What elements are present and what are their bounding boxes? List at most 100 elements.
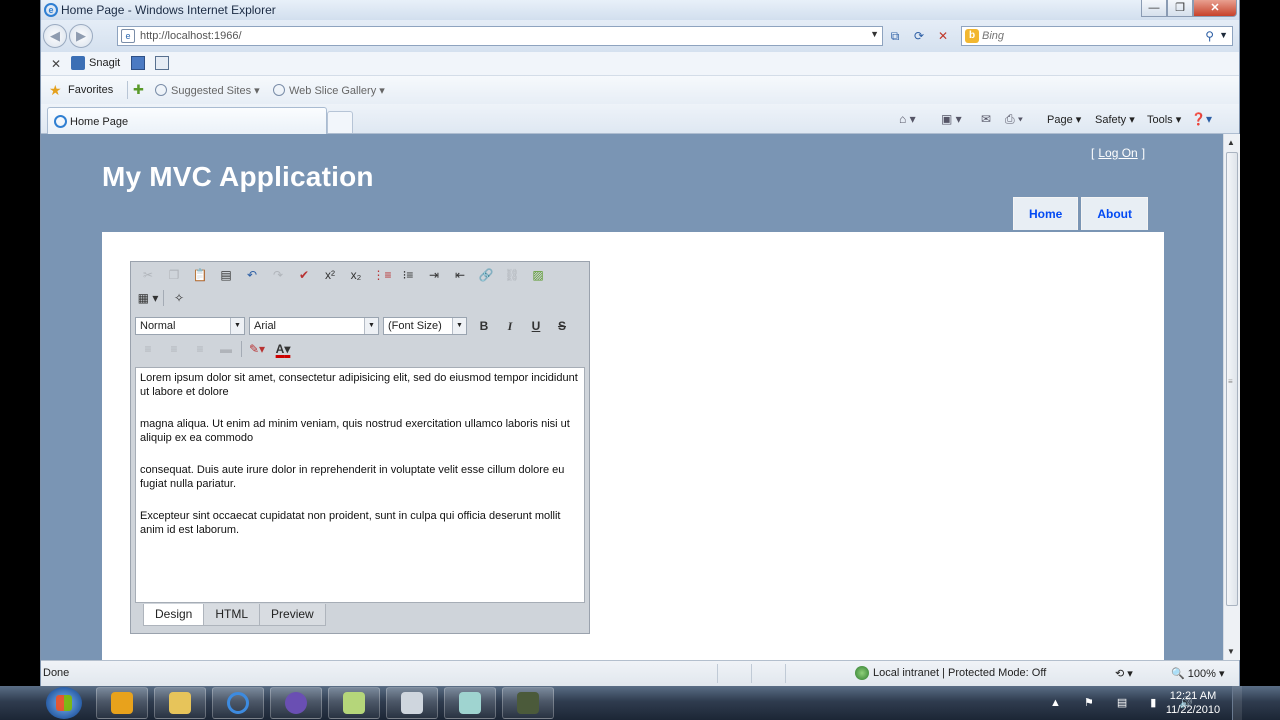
html-editor: ✂ ❐ 📋 ▤ ↶ ↷ ✔ x² x₂ ⋮≡ ⁝≡ ⇥ ⇤ 🔗 ⛓ ▨ ▦ ▾ … bbox=[130, 261, 590, 634]
capture-window-icon[interactable] bbox=[155, 56, 169, 70]
outdent-icon[interactable]: ⇤ bbox=[447, 265, 473, 285]
maximize-button[interactable]: ❐ bbox=[1167, 0, 1193, 17]
highlight-color-icon[interactable]: ✎▾ bbox=[244, 339, 270, 359]
redo-icon[interactable]: ↷ bbox=[265, 265, 291, 285]
home-icon[interactable]: ⌂ ▾ bbox=[899, 112, 916, 126]
address-url[interactable]: http://localhost:1966/ bbox=[140, 30, 242, 42]
favorites-button[interactable]: Favorites bbox=[68, 84, 113, 96]
unlink-icon[interactable]: ⛓ bbox=[499, 265, 525, 285]
logon-link[interactable]: Log On bbox=[1094, 146, 1141, 160]
taskbar-explorer[interactable] bbox=[154, 687, 206, 719]
back-button[interactable]: ◀ bbox=[43, 24, 67, 48]
format-dropdown-icon[interactable]: ▼ bbox=[230, 318, 244, 334]
menu-item-about[interactable]: About bbox=[1081, 197, 1148, 230]
subscript-icon[interactable]: x₂ bbox=[343, 265, 369, 285]
bulleted-list-icon[interactable]: ⁝≡ bbox=[395, 265, 421, 285]
paste-icon[interactable]: 📋 bbox=[187, 265, 213, 285]
compatibility-view-icon[interactable]: ⧉ bbox=[887, 28, 903, 44]
taskbar-app[interactable] bbox=[444, 687, 496, 719]
font-color-icon[interactable]: A ▾ bbox=[270, 339, 296, 359]
font-size-select[interactable]: (Font Size) ▼ bbox=[383, 317, 467, 335]
font-dropdown-icon[interactable]: ▼ bbox=[364, 318, 378, 334]
toolbar-separator bbox=[241, 341, 242, 357]
search-box[interactable]: b ⚲ ▼ bbox=[961, 26, 1233, 46]
favorites-item-suggested-sites[interactable]: Suggested Sites ▾ bbox=[155, 84, 260, 97]
security-zone[interactable]: Local intranet | Protected Mode: Off bbox=[873, 667, 1046, 679]
strikethrough-button[interactable]: S bbox=[549, 316, 575, 336]
spellcheck-icon[interactable]: ✔ bbox=[291, 265, 317, 285]
page-menu[interactable]: Page ▾ bbox=[1047, 113, 1081, 126]
special-characters-icon[interactable]: ✧ bbox=[166, 288, 192, 308]
vertical-scrollbar[interactable]: ▲ ≡ ▼ bbox=[1223, 134, 1240, 660]
ie-logo-icon: e bbox=[44, 3, 58, 17]
tab-design[interactable]: Design bbox=[143, 604, 205, 626]
capture-icon[interactable] bbox=[131, 56, 145, 70]
editor-content-area[interactable]: Lorem ipsum dolor sit amet, consectetur … bbox=[135, 367, 585, 603]
new-tab-button[interactable] bbox=[327, 111, 353, 133]
indent-icon[interactable]: ⇥ bbox=[421, 265, 447, 285]
forward-button[interactable]: ▶ bbox=[69, 24, 93, 48]
zoom-level[interactable]: 🔍 100% ▾ bbox=[1171, 667, 1224, 680]
superscript-icon[interactable]: x² bbox=[317, 265, 343, 285]
insert-table-icon[interactable]: ▦ ▾ bbox=[135, 288, 161, 308]
toolbar-close-icon[interactable]: ✕ bbox=[51, 57, 61, 71]
font-select[interactable]: Arial ▼ bbox=[249, 317, 379, 335]
refresh-icon[interactable]: ⟳ bbox=[911, 28, 927, 44]
clock-date: 11/22/2010 bbox=[1165, 704, 1221, 716]
editor-toolbar-row-4: ≡ ≡ ≡ ▬ ✎▾ A ▾ bbox=[135, 338, 296, 360]
underline-button[interactable]: U bbox=[523, 316, 549, 336]
protected-mode-icon[interactable]: ⟲ ▾ bbox=[1115, 667, 1133, 680]
add-favorite-icon[interactable]: ✚ bbox=[133, 82, 144, 98]
cut-icon[interactable]: ✂ bbox=[135, 265, 161, 285]
scroll-up-icon[interactable]: ▲ bbox=[1227, 138, 1235, 147]
tab-home-page[interactable]: Home Page bbox=[47, 107, 327, 134]
favorites-item-web-slice-gallery[interactable]: Web Slice Gallery ▾ bbox=[273, 84, 385, 97]
start-button[interactable] bbox=[46, 687, 82, 719]
italic-button[interactable]: I bbox=[497, 316, 523, 336]
clock[interactable]: 12:21 AM 11/22/2010 bbox=[1160, 689, 1226, 717]
mail-icon[interactable]: ✉ bbox=[981, 112, 991, 126]
taskbar-internet-explorer[interactable] bbox=[212, 687, 264, 719]
snagit-icon[interactable] bbox=[71, 56, 85, 70]
search-icon[interactable]: ⚲ bbox=[1205, 29, 1214, 43]
copy-icon[interactable]: ❐ bbox=[161, 265, 187, 285]
minimize-button[interactable]: — bbox=[1141, 0, 1167, 17]
search-dropdown-icon[interactable]: ▼ bbox=[1219, 30, 1228, 40]
tab-html[interactable]: HTML bbox=[203, 604, 261, 626]
taskbar-camtasia[interactable] bbox=[502, 687, 554, 719]
tools-menu[interactable]: Tools ▾ bbox=[1147, 113, 1181, 126]
justify-icon[interactable]: ▬ bbox=[213, 339, 239, 359]
align-center-icon[interactable]: ≡ bbox=[161, 339, 187, 359]
close-button[interactable]: ✕ bbox=[1193, 0, 1237, 17]
insert-image-icon[interactable]: ▨ bbox=[525, 265, 551, 285]
help-icon[interactable]: ❓▾ bbox=[1191, 112, 1212, 126]
stop-icon[interactable]: ✕ bbox=[935, 28, 951, 44]
taskbar-notes[interactable] bbox=[328, 687, 380, 719]
taskbar-outlook[interactable] bbox=[96, 687, 148, 719]
scroll-down-icon[interactable]: ▼ bbox=[1227, 647, 1235, 656]
address-dropdown-icon[interactable]: ▼ bbox=[870, 29, 879, 39]
address-bar[interactable]: e http://localhost:1966/ ▼ bbox=[117, 26, 883, 46]
undo-icon[interactable]: ↶ bbox=[239, 265, 265, 285]
bold-button[interactable]: B bbox=[471, 316, 497, 336]
font-size-dropdown-icon[interactable]: ▼ bbox=[452, 318, 466, 334]
paste-text-icon[interactable]: ▤ bbox=[213, 265, 239, 285]
tab-preview[interactable]: Preview bbox=[259, 604, 326, 626]
snagit-button[interactable]: Snagit bbox=[89, 57, 120, 69]
taskbar-settings[interactable] bbox=[386, 687, 438, 719]
feeds-icon[interactable]: ▣ ▾ bbox=[941, 112, 962, 126]
format-select[interactable]: Normal ▼ bbox=[135, 317, 245, 335]
ordered-list-icon[interactable]: ⋮≡ bbox=[369, 265, 395, 285]
align-right-icon[interactable]: ≡ bbox=[187, 339, 213, 359]
menu-item-home[interactable]: Home bbox=[1013, 197, 1079, 230]
insert-link-icon[interactable]: 🔗 bbox=[473, 265, 499, 285]
align-left-icon[interactable]: ≡ bbox=[135, 339, 161, 359]
camera-icon bbox=[517, 692, 539, 714]
show-desktop-button[interactable] bbox=[1232, 686, 1242, 720]
taskbar-visual-studio[interactable] bbox=[270, 687, 322, 719]
status-bar: Done Local intranet | Protected Mode: Of… bbox=[41, 660, 1239, 686]
ie-window: e Home Page - Windows Internet Explorer … bbox=[40, 0, 1240, 686]
safety-menu[interactable]: Safety ▾ bbox=[1095, 113, 1135, 126]
search-input[interactable] bbox=[982, 28, 1202, 44]
print-icon[interactable]: ⎙ ▾ bbox=[1005, 112, 1023, 127]
